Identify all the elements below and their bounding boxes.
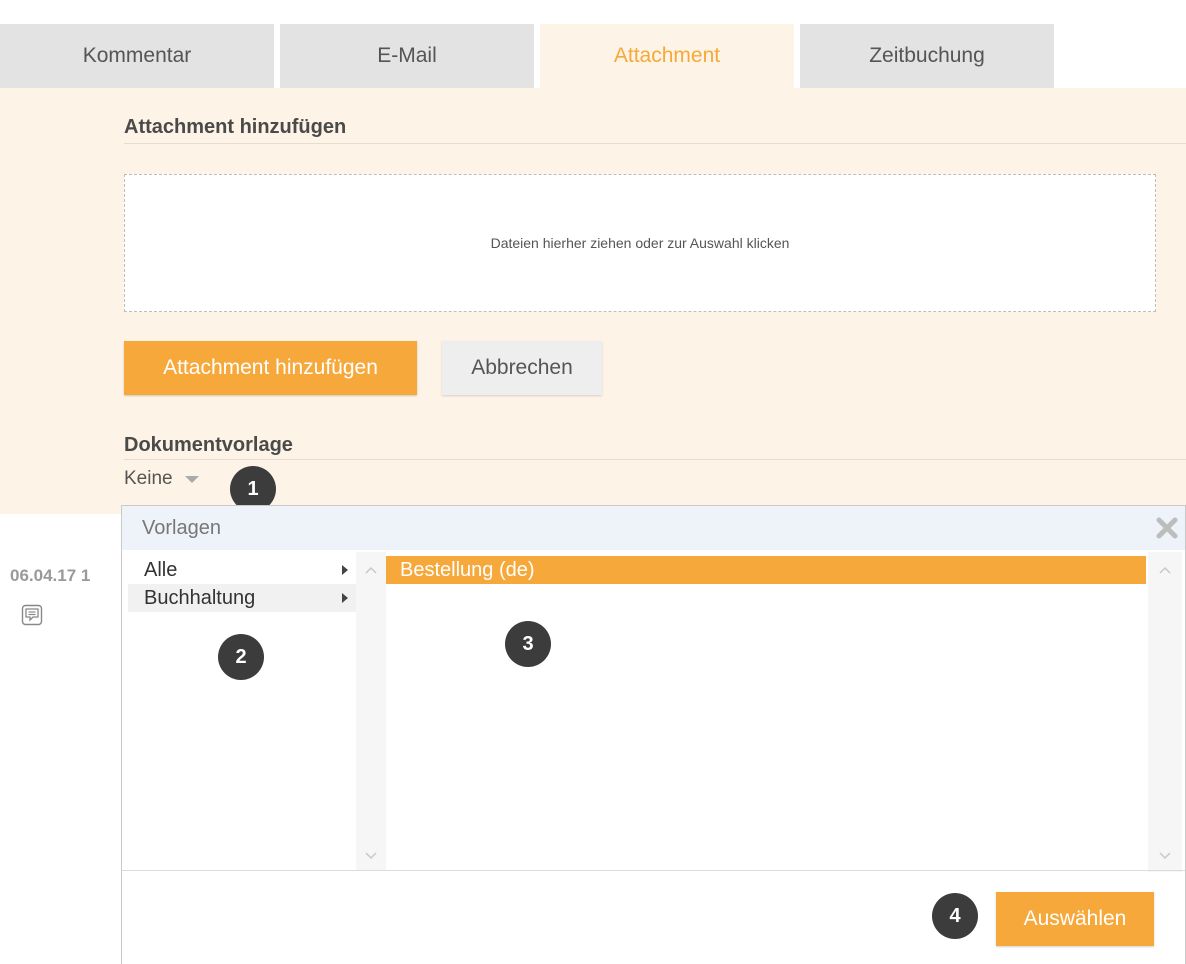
dropzone-text: Dateien hierher ziehen oder zur Auswahl … (490, 235, 790, 251)
tab-email[interactable]: E-Mail (280, 24, 534, 88)
scroll-down-icon[interactable] (365, 852, 377, 860)
chevron-right-icon (342, 593, 348, 603)
comment-icon[interactable] (21, 604, 43, 626)
template-list: Bestellung (de) (386, 552, 1148, 872)
category-list: Alle Buchhaltung (128, 552, 356, 872)
cancel-button[interactable]: Abbrechen (442, 341, 602, 395)
dialog-title: Vorlagen (142, 516, 221, 539)
step-badge-4: 4 (932, 893, 978, 939)
category-label: Alle (144, 558, 178, 581)
tab-bar: Kommentar E-Mail Attachment Zeitbuchung (0, 0, 1186, 88)
document-template-title: Dokumentvorlage (124, 434, 293, 456)
step-badge-3: 3 (505, 621, 551, 667)
template-scrollbar[interactable] (1148, 552, 1182, 872)
dialog-header: Vorlagen (122, 506, 1185, 550)
select-button[interactable]: Auswählen (996, 892, 1154, 946)
divider (124, 459, 1186, 460)
document-template-select[interactable]: Keine (124, 468, 199, 490)
tab-attachment[interactable]: Attachment (540, 24, 794, 88)
chevron-right-icon (342, 565, 348, 575)
file-dropzone[interactable]: Dateien hierher ziehen oder zur Auswahl … (124, 174, 1156, 312)
category-label: Buchhaltung (144, 586, 256, 609)
select-value: Keine (124, 468, 173, 489)
scroll-down-icon[interactable] (1159, 852, 1171, 860)
close-icon[interactable] (1155, 516, 1179, 540)
chevron-down-icon (184, 475, 199, 483)
divider (124, 143, 1186, 144)
tab-kommentar[interactable]: Kommentar (0, 24, 274, 88)
tab-zeitbuchung[interactable]: Zeitbuchung (800, 24, 1054, 88)
step-badge-2: 2 (218, 634, 264, 680)
entry-date: 06.04.17 1 (10, 566, 91, 585)
scroll-up-icon[interactable] (365, 566, 377, 574)
attachment-editor: Kommentar E-Mail Attachment Zeitbuchung … (0, 0, 1186, 964)
category-scrollbar[interactable] (358, 552, 384, 872)
scroll-up-icon[interactable] (1159, 566, 1171, 574)
category-item-buchhaltung[interactable]: Buchhaltung (128, 584, 356, 612)
template-item-bestellung[interactable]: Bestellung (de) (386, 556, 1146, 584)
divider (122, 870, 1185, 871)
attachment-section-title: Attachment hinzufügen (124, 116, 347, 138)
add-attachment-button[interactable]: Attachment hinzufügen (124, 341, 417, 395)
category-item-alle[interactable]: Alle (128, 556, 356, 584)
template-picker-dialog: Vorlagen Alle Buchhaltung Bestellung (de… (121, 505, 1186, 964)
